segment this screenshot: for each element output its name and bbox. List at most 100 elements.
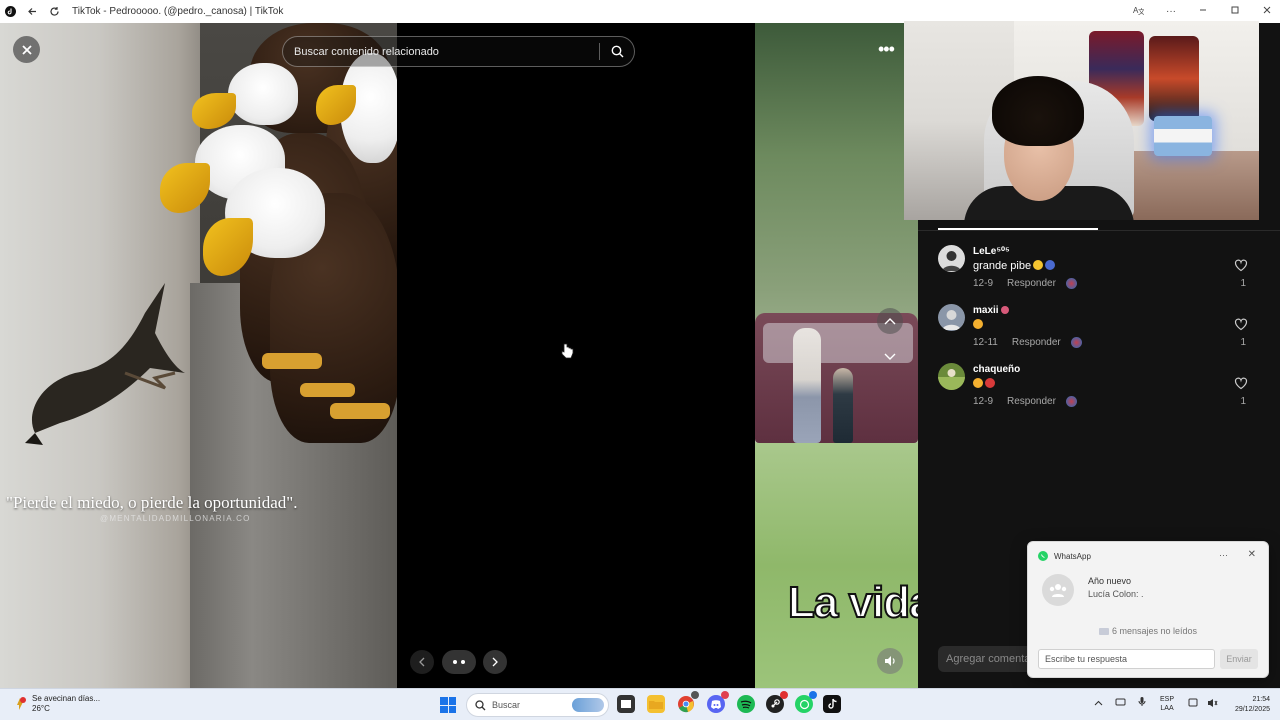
reply-button[interactable]: Responder xyxy=(1012,337,1061,348)
comment-item: maxii 12-11 Responder 1 xyxy=(938,304,1273,359)
mouse-cursor-icon xyxy=(560,343,574,362)
app-badge xyxy=(691,691,699,699)
child-figure xyxy=(833,368,853,443)
emoji-icon xyxy=(985,378,995,388)
speaker-icon[interactable] xyxy=(1207,698,1218,710)
spotify-icon[interactable] xyxy=(737,695,755,713)
notification-more-button[interactable]: ··· xyxy=(1219,550,1228,560)
creator-liked-avatar xyxy=(1070,337,1082,348)
app-badge xyxy=(809,691,817,699)
emoji-icon xyxy=(973,319,983,329)
discord-icon[interactable] xyxy=(707,691,729,713)
system-tray-right xyxy=(1188,698,1218,710)
tiktok-logo-icon xyxy=(4,6,16,18)
language-indicator[interactable]: ESP LAA xyxy=(1160,695,1174,713)
reload-icon[interactable] xyxy=(48,6,60,18)
like-count: 1 xyxy=(1240,396,1246,407)
microphone-icon[interactable] xyxy=(1138,696,1146,709)
avatar[interactable] xyxy=(938,304,965,331)
tab-separator xyxy=(918,230,1280,231)
comment-username[interactable]: chaqueño xyxy=(973,364,1020,375)
comment-text: grande pibe xyxy=(973,260,1056,272)
pagination-dot[interactable] xyxy=(461,660,465,664)
heart-icon[interactable] xyxy=(1234,258,1248,272)
chrome-icon[interactable] xyxy=(677,691,699,713)
network-tray-icon[interactable] xyxy=(1115,697,1126,709)
group-avatar xyxy=(1042,574,1074,606)
group-icon xyxy=(1049,584,1067,597)
clock[interactable]: 21:54 29/12/2025 xyxy=(1226,695,1270,715)
search-highlight-image xyxy=(572,698,604,712)
related-search-bar[interactable]: Buscar contenido relacionado xyxy=(282,36,635,67)
webcam-overlay xyxy=(904,21,1259,220)
weather-alert-icon xyxy=(17,697,26,710)
chevron-up-icon xyxy=(884,318,896,325)
window-title: TikTok - Pedrooooo. (@pedro._canosa) | T… xyxy=(72,6,284,17)
reply-button[interactable]: Responder xyxy=(1007,278,1056,289)
back-arrow-icon[interactable] xyxy=(26,6,38,18)
task-view-icon[interactable] xyxy=(617,695,635,713)
unread-count: 6 mensajes no leídos xyxy=(1028,626,1268,636)
steam-icon[interactable] xyxy=(766,691,788,713)
avatar[interactable] xyxy=(938,363,965,390)
comment-item: LeLe⁵⁰⁵ grande pibe 12-9 Responder 1 xyxy=(938,245,1273,300)
next-video-button[interactable] xyxy=(877,344,903,370)
system-tray xyxy=(1094,696,1146,709)
comment-username[interactable]: maxii xyxy=(973,305,1009,316)
speaker-icon xyxy=(884,656,895,666)
close-icon xyxy=(21,44,32,55)
taskbar-search-label: Buscar xyxy=(492,700,521,710)
taskbar-search[interactable]: Buscar xyxy=(466,693,609,717)
search-button[interactable] xyxy=(600,36,634,67)
whatsapp-taskbar-icon[interactable] xyxy=(795,691,817,713)
prev-photo-button[interactable] xyxy=(410,650,434,674)
chevron-up-icon[interactable] xyxy=(1094,698,1103,708)
comment-date: 12-9 xyxy=(973,396,994,407)
heart-icon[interactable] xyxy=(1234,317,1248,331)
volume-button[interactable] xyxy=(877,648,903,674)
photo-pagination-dots[interactable] xyxy=(442,650,476,674)
more-options-icon[interactable]: ··· xyxy=(1166,6,1176,17)
weather-widget[interactable]: Se avecinan días... 26°C xyxy=(14,694,100,714)
tiktok-taskbar-icon[interactable] xyxy=(823,695,841,713)
more-options-button[interactable]: ••• xyxy=(878,39,895,60)
flag-pillow xyxy=(1154,116,1212,156)
creator-liked-avatar xyxy=(1065,278,1077,289)
photo-watermark: @MENTALIDADMILLONARIA.CO xyxy=(100,514,251,523)
next-photo-button[interactable] xyxy=(483,650,507,674)
notification-close-button[interactable]: ✕ xyxy=(1248,549,1256,560)
search-input[interactable]: Buscar contenido relacionado xyxy=(294,46,599,58)
avatar[interactable] xyxy=(938,245,965,272)
windows-start-button[interactable] xyxy=(440,697,456,713)
comment-username[interactable]: LeLe⁵⁰⁵ xyxy=(973,246,1010,257)
creator-liked-avatar xyxy=(1065,396,1077,407)
close-viewer-button[interactable] xyxy=(13,36,40,63)
reply-input[interactable]: Escribe tu respuesta xyxy=(1038,649,1215,669)
search-icon xyxy=(611,45,623,58)
comment-meta: 12-11 Responder xyxy=(973,337,1082,348)
pagination-dot[interactable] xyxy=(453,660,457,664)
clock-date: 29/12/2025 xyxy=(1234,706,1270,713)
weather-text: Se avecinan días... xyxy=(32,694,101,703)
heart-icon[interactable] xyxy=(1234,376,1248,390)
chevron-left-icon xyxy=(419,657,425,667)
translate-icon[interactable]: A文 xyxy=(1133,5,1145,18)
chevron-down-icon xyxy=(884,353,896,360)
weather-temp: 26°C xyxy=(32,704,50,713)
falling-bird-illustration xyxy=(25,283,185,445)
send-button[interactable]: Enviar xyxy=(1220,649,1258,669)
emoji-icon xyxy=(1000,306,1009,314)
notification-title: Año nuevo xyxy=(1088,576,1132,586)
previous-video-button[interactable] xyxy=(877,308,903,334)
reply-button[interactable]: Responder xyxy=(1007,396,1056,407)
file-explorer-icon[interactable] xyxy=(647,695,665,713)
close-window-button[interactable] xyxy=(1262,5,1272,18)
wifi-icon[interactable] xyxy=(1188,698,1199,710)
notification-app-name: WhatsApp xyxy=(1054,551,1091,561)
minimize-button[interactable] xyxy=(1198,5,1208,18)
comment-date: 12-9 xyxy=(973,278,994,289)
notification-message: Lucía Colon: . xyxy=(1088,589,1144,599)
whatsapp-notification[interactable]: WhatsApp ··· ✕ Año nuevo Lucía Colon: . … xyxy=(1027,541,1269,678)
maximize-button[interactable] xyxy=(1230,5,1240,18)
chevron-right-icon xyxy=(492,657,498,667)
